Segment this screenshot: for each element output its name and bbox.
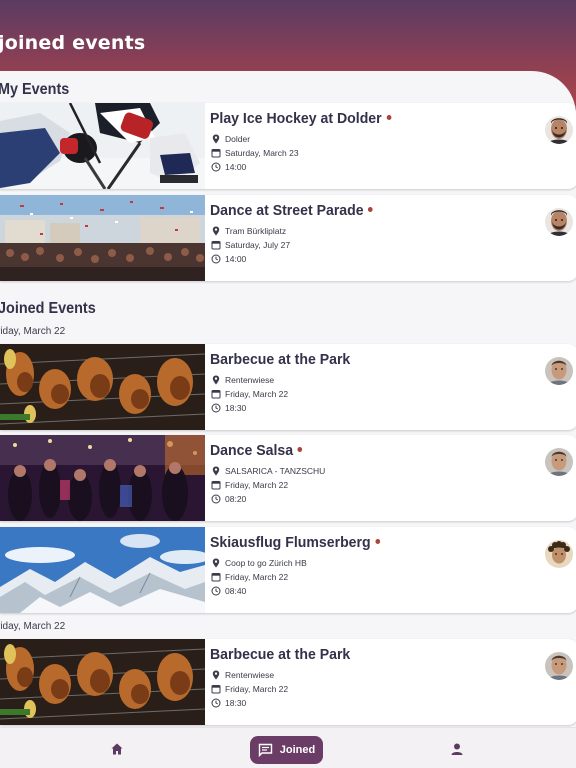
- location-pin-icon: [211, 375, 221, 385]
- event-date: Friday, March 22: [211, 388, 288, 400]
- home-icon[interactable]: [110, 742, 124, 756]
- time-text: 08:20: [225, 494, 247, 504]
- event-card[interactable]: Play Ice Hockey at Dolder Dolder Saturda…: [0, 103, 576, 189]
- calendar-icon: [211, 389, 221, 399]
- location-pin-icon: [211, 558, 221, 568]
- location-text: SALSARICA - TANZSCHU: [225, 466, 326, 476]
- status-dot: [297, 446, 303, 452]
- event-date: Friday, March 22: [211, 479, 288, 491]
- location-pin-icon: [211, 134, 221, 144]
- event-card[interactable]: Dance at Street Parade Tram Bürkliplatz …: [0, 195, 576, 281]
- event-location: Tram Bürkliplatz: [211, 225, 286, 237]
- status-dot: [368, 206, 374, 212]
- time-text: 14:00: [225, 254, 247, 264]
- calendar-icon: [211, 684, 221, 694]
- event-image: [0, 435, 205, 521]
- event-image: [0, 527, 205, 613]
- event-date: Friday, March 22: [211, 571, 288, 583]
- event-time: 14:00: [211, 161, 246, 173]
- event-date: Saturday, July 27: [211, 239, 290, 251]
- event-location: Rentenwiese: [211, 669, 274, 681]
- date-text: Friday, March 22: [225, 572, 289, 582]
- event-image: [0, 344, 205, 430]
- event-card[interactable]: Barbecue at the Park Rentenwiese Friday,…: [0, 344, 576, 430]
- event-time: 18:30: [211, 697, 246, 709]
- event-title: Skiausflug Flumserberg: [210, 534, 381, 551]
- clock-icon: [211, 698, 221, 708]
- event-title: Dance Salsa: [210, 442, 303, 459]
- location-text: Rentenwiese: [225, 670, 275, 680]
- event-image: [0, 195, 205, 281]
- clock-icon: [211, 162, 221, 172]
- location-text: Tram Bürkliplatz: [225, 226, 287, 236]
- event-title: Play Ice Hockey at Dolder: [210, 110, 392, 127]
- calendar-icon: [211, 480, 221, 490]
- clock-icon: [211, 494, 221, 504]
- chat-icon: [258, 743, 273, 757]
- avatar[interactable]: [545, 540, 573, 568]
- bottom-navigation: Joined: [0, 727, 576, 768]
- event-title: Barbecue at the Park: [210, 646, 351, 663]
- avatar[interactable]: [545, 116, 573, 144]
- page-title: joined events: [0, 32, 146, 54]
- event-title: Barbecue at the Park: [210, 351, 351, 368]
- person-icon[interactable]: [450, 742, 464, 756]
- event-card[interactable]: Skiausflug Flumserberg Coop to go Zürich…: [0, 527, 576, 613]
- location-pin-icon: [211, 466, 221, 476]
- location-text: Dolder: [225, 134, 251, 144]
- event-time: 08:40: [211, 585, 246, 597]
- clock-icon: [211, 586, 221, 596]
- status-dot: [375, 538, 381, 544]
- date-text: Friday, March 22: [225, 684, 289, 694]
- event-time: 18:30: [211, 402, 246, 414]
- clock-icon: [211, 254, 221, 264]
- avatar[interactable]: [545, 448, 573, 476]
- calendar-icon: [211, 240, 221, 250]
- date-group-label: riday, March 22: [0, 621, 66, 632]
- time-text: 08:40: [225, 586, 247, 596]
- event-location: Rentenwiese: [211, 374, 274, 386]
- time-text: 18:30: [225, 698, 247, 708]
- location-pin-icon: [211, 670, 221, 680]
- event-time: 14:00: [211, 253, 246, 265]
- event-location: SALSARICA - TANZSCHU: [211, 465, 325, 477]
- event-location: Dolder: [211, 133, 250, 145]
- content-sheet[interactable]: My Events Play Ice Hockey at Dolder Dold…: [0, 71, 576, 768]
- date-text: Friday, March 22: [225, 480, 289, 490]
- event-location: Coop to go Zürich HB: [211, 557, 307, 569]
- event-time: 08:20: [211, 493, 246, 505]
- date-text: Friday, March 22: [225, 389, 289, 399]
- avatar[interactable]: [545, 208, 573, 236]
- event-date: Saturday, March 23: [211, 147, 299, 159]
- joined-events-heading: Joined Events: [0, 300, 96, 317]
- calendar-icon: [211, 572, 221, 582]
- clock-icon: [211, 403, 221, 413]
- location-text: Rentenwiese: [225, 375, 275, 385]
- date-text: Saturday, March 23: [225, 148, 299, 158]
- event-card[interactable]: Dance Salsa SALSARICA - TANZSCHU Friday,…: [0, 435, 576, 521]
- my-events-heading: My Events: [0, 81, 70, 98]
- avatar[interactable]: [545, 652, 573, 680]
- event-image: [0, 103, 205, 189]
- date-group-label: riday, March 22: [0, 326, 66, 337]
- event-date: Friday, March 22: [211, 683, 288, 695]
- joined-tab-button[interactable]: Joined: [250, 736, 323, 764]
- event-image: [0, 639, 205, 725]
- joined-tab-label: Joined: [279, 744, 316, 756]
- date-text: Saturday, July 27: [225, 240, 291, 250]
- event-card[interactable]: Barbecue at the Park Rentenwiese Friday,…: [0, 639, 576, 725]
- location-pin-icon: [211, 226, 221, 236]
- time-text: 18:30: [225, 403, 247, 413]
- status-dot: [386, 114, 392, 120]
- event-title: Dance at Street Parade: [210, 202, 374, 219]
- location-text: Coop to go Zürich HB: [225, 558, 307, 568]
- calendar-icon: [211, 148, 221, 158]
- time-text: 14:00: [225, 162, 247, 172]
- avatar[interactable]: [545, 357, 573, 385]
